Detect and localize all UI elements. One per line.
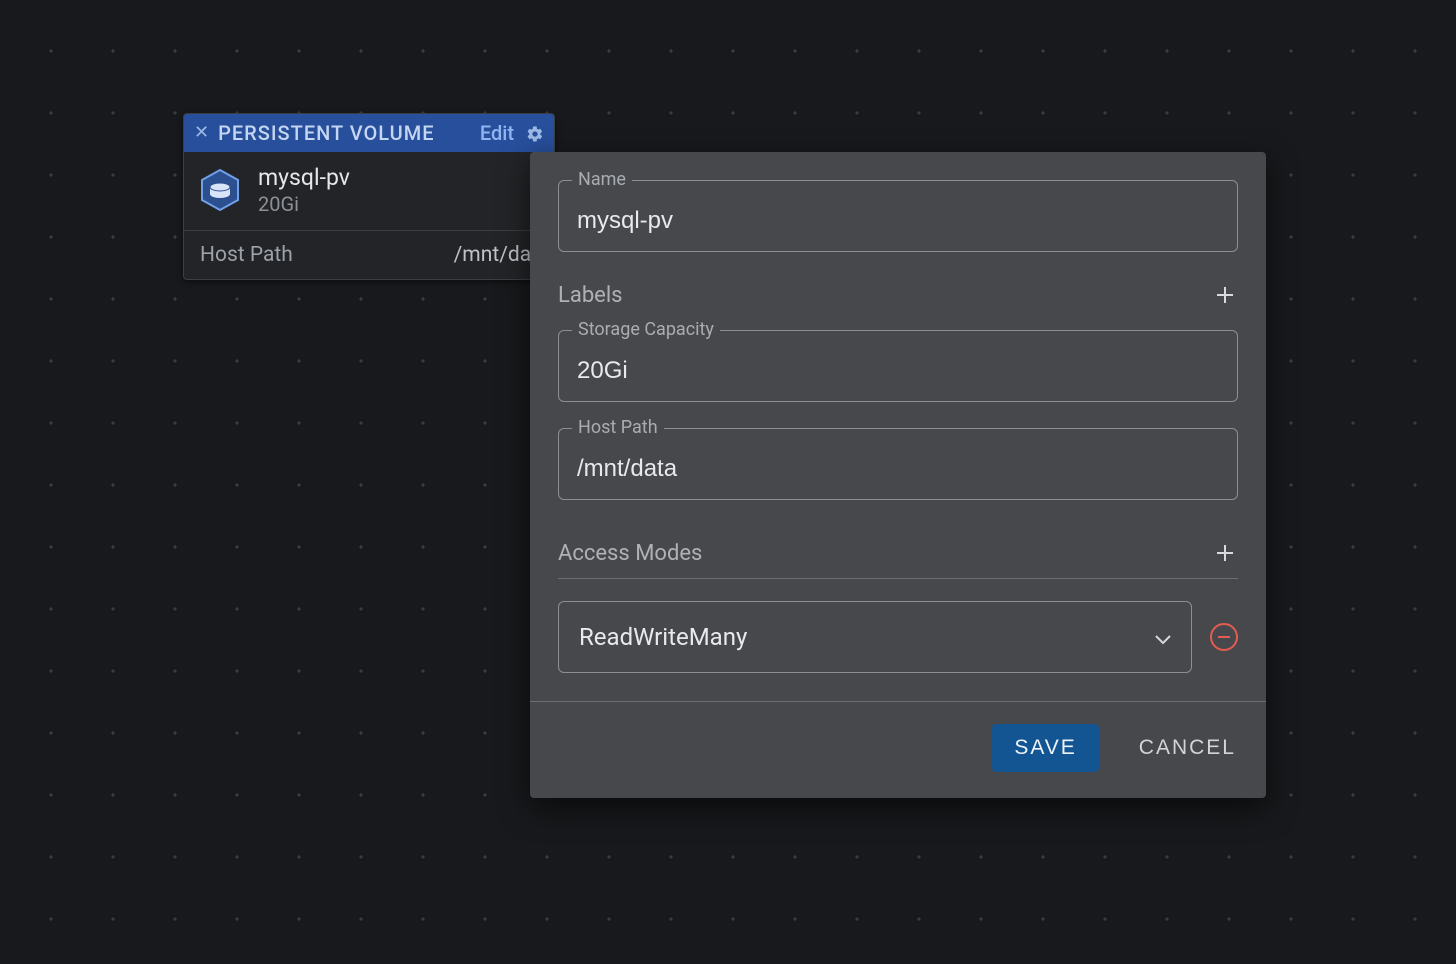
hostpath-field-label: Host Path bbox=[572, 417, 664, 438]
name-input[interactable] bbox=[558, 180, 1238, 252]
close-icon[interactable]: ✕ bbox=[194, 124, 210, 142]
pv-footer-label: Host Path bbox=[200, 243, 293, 267]
storage-field-label: Storage Capacity bbox=[572, 319, 720, 340]
pv-card-title: PERSISTENT VOLUME bbox=[218, 121, 472, 145]
hostpath-input[interactable] bbox=[558, 428, 1238, 500]
labels-heading: Labels bbox=[558, 283, 623, 308]
pv-card-text: mysql-pv 20Gi bbox=[258, 164, 350, 216]
name-field-label: Name bbox=[572, 169, 632, 190]
name-field-wrap: Name bbox=[558, 180, 1238, 252]
chevron-down-icon bbox=[1155, 623, 1171, 651]
pv-footer-value: /mnt/dat bbox=[454, 243, 538, 267]
cancel-button[interactable]: CANCEL bbox=[1139, 736, 1236, 760]
access-mode-select[interactable]: ReadWriteMany bbox=[558, 601, 1192, 673]
access-modes-heading: Access Modes bbox=[558, 541, 702, 566]
pv-name: mysql-pv bbox=[258, 164, 350, 192]
add-label-button[interactable] bbox=[1212, 282, 1238, 308]
storage-field-wrap: Storage Capacity bbox=[558, 330, 1238, 402]
edit-link[interactable]: Edit bbox=[480, 121, 514, 145]
edit-panel: Name Labels Storage Capacity Host Path A… bbox=[530, 152, 1266, 798]
pv-card-body: mysql-pv 20Gi bbox=[184, 152, 554, 231]
pv-node-card: ✕ PERSISTENT VOLUME Edit mysql-pv 20Gi H… bbox=[183, 113, 555, 280]
pv-card-header: ✕ PERSISTENT VOLUME Edit bbox=[184, 114, 554, 152]
hostpath-field-wrap: Host Path bbox=[558, 428, 1238, 500]
access-mode-row: ReadWriteMany bbox=[558, 601, 1238, 673]
minus-icon bbox=[1218, 636, 1230, 638]
add-access-mode-button[interactable] bbox=[1212, 540, 1238, 566]
labels-heading-row: Labels bbox=[558, 278, 1238, 320]
pv-size: 20Gi bbox=[258, 192, 350, 216]
storage-input[interactable] bbox=[558, 330, 1238, 402]
gear-icon[interactable] bbox=[526, 124, 544, 142]
access-modes-heading-row: Access Modes bbox=[558, 536, 1238, 579]
pv-card-footer: Host Path /mnt/dat bbox=[184, 231, 554, 279]
remove-access-mode-button[interactable] bbox=[1210, 623, 1238, 651]
edit-panel-body: Name Labels Storage Capacity Host Path A… bbox=[530, 152, 1266, 701]
access-mode-value: ReadWriteMany bbox=[579, 623, 747, 651]
save-button[interactable]: SAVE bbox=[992, 724, 1098, 772]
volume-icon bbox=[198, 168, 242, 212]
edit-panel-footer: SAVE CANCEL bbox=[530, 701, 1266, 798]
